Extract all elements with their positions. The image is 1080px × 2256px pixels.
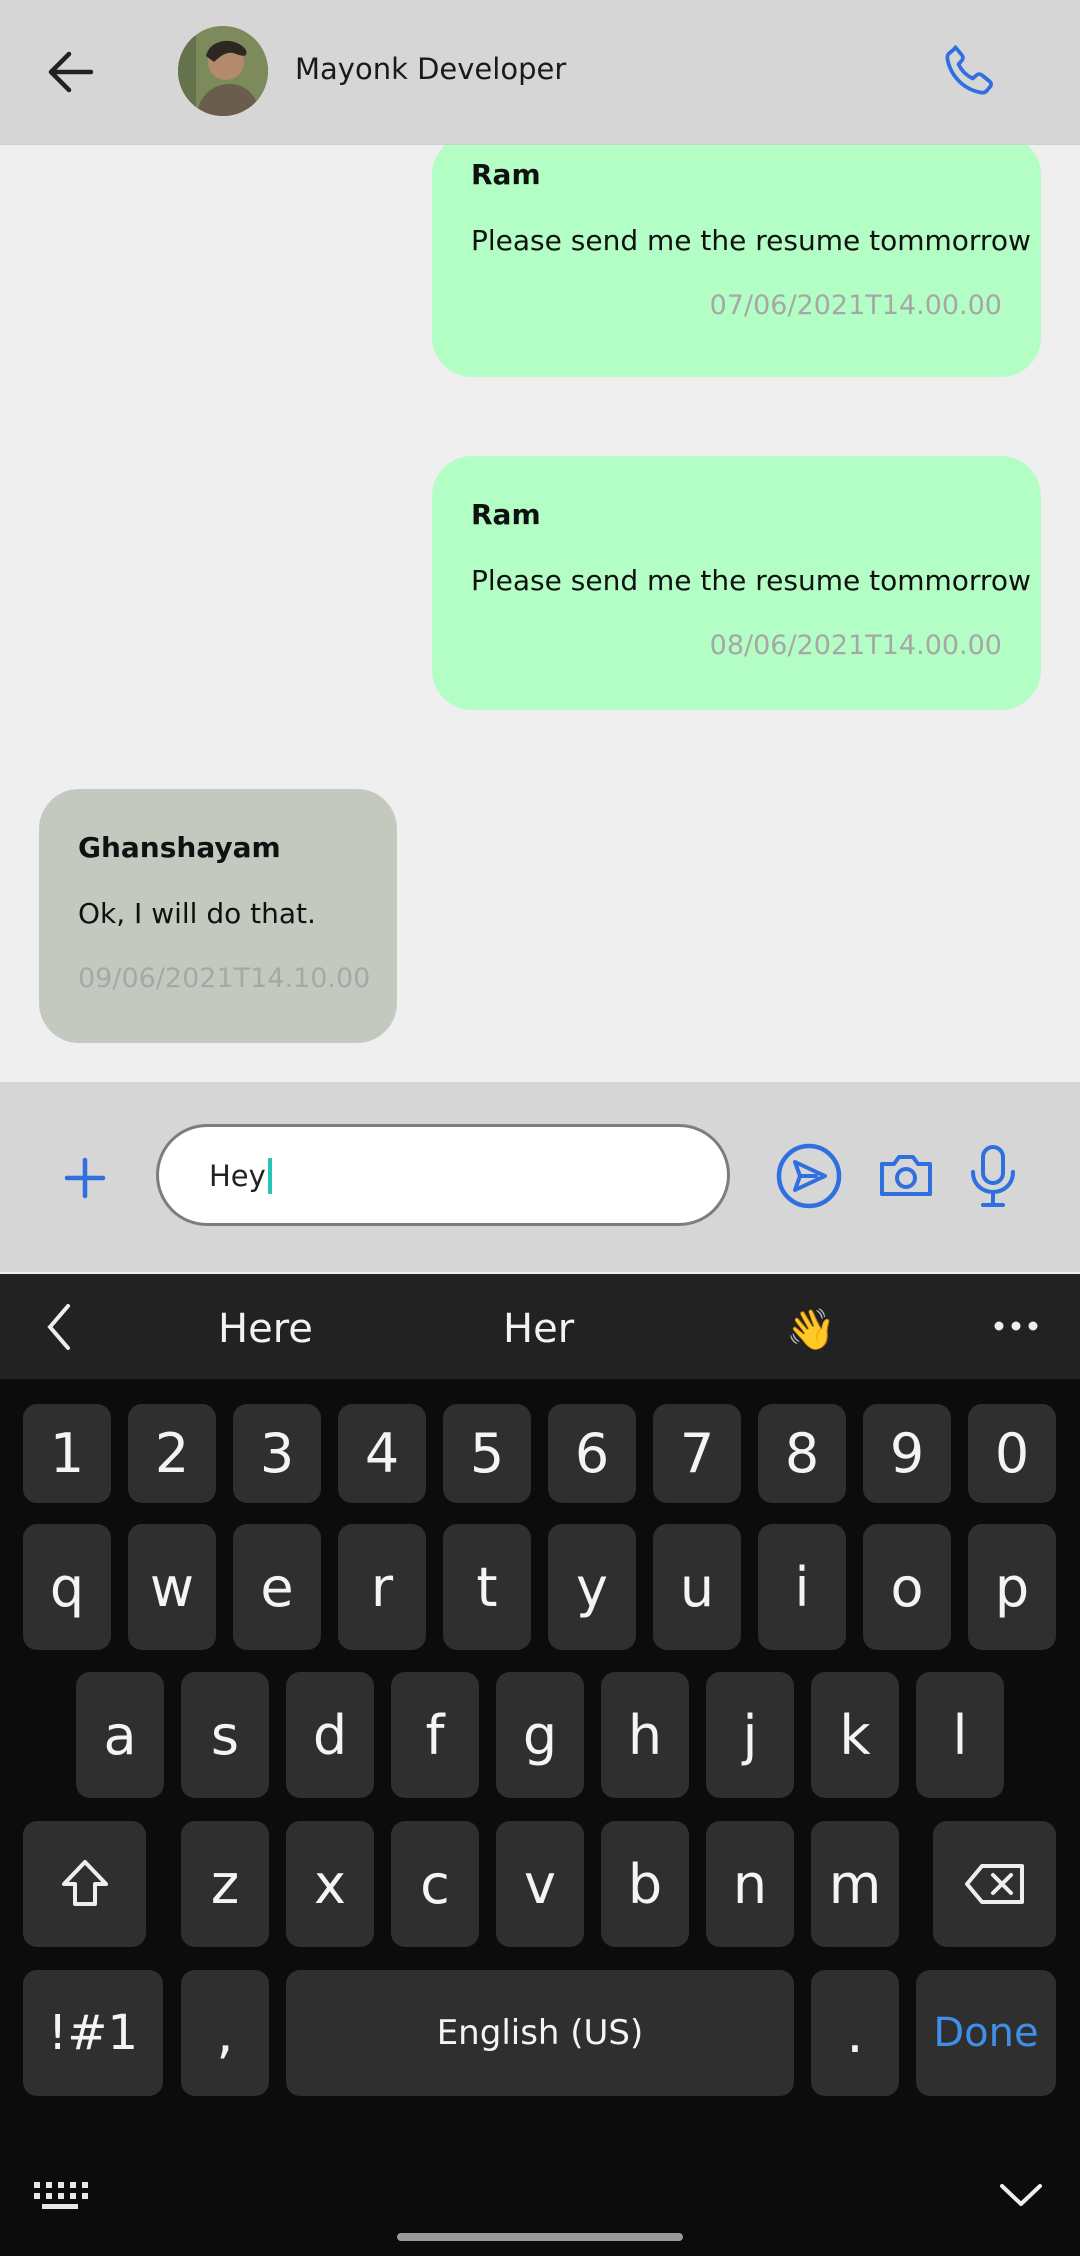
message-bubble[interactable]: Ram Please send me the resume tommorrow … — [432, 456, 1041, 710]
key-z[interactable]: z — [181, 1821, 269, 1947]
key-6[interactable]: 6 — [548, 1404, 636, 1503]
chat-area[interactable]: Ram Please send me the resume tommorrow … — [0, 145, 1080, 1082]
key-q[interactable]: q — [23, 1524, 111, 1650]
space-key[interactable]: English (US) — [286, 1970, 794, 2096]
key-i[interactable]: i — [758, 1524, 846, 1650]
period-key[interactable]: . — [811, 1970, 899, 2096]
suggestion-bar: Here Her 👋 — [0, 1274, 1080, 1379]
back-button[interactable] — [40, 38, 100, 106]
collapse-suggestions-button[interactable] — [44, 1302, 84, 1352]
message-input[interactable]: Hey — [156, 1124, 730, 1226]
key-9[interactable]: 9 — [863, 1404, 951, 1503]
key-f[interactable]: f — [391, 1672, 479, 1798]
key-d[interactable]: d — [286, 1672, 374, 1798]
key-3[interactable]: 3 — [233, 1404, 321, 1503]
camera-icon — [880, 1155, 932, 1196]
key-o[interactable]: o — [863, 1524, 951, 1650]
message-bubble[interactable]: Ghanshayam Ok, I will do that. 09/06/202… — [39, 789, 397, 1043]
avatar[interactable] — [178, 26, 268, 116]
home-indicator[interactable] — [397, 2233, 683, 2241]
message-text: Please send me the resume tommorrow — [471, 224, 1031, 257]
suggestion-item[interactable]: 👋 — [786, 1306, 836, 1353]
phone-icon — [945, 45, 993, 95]
camera-button[interactable] — [876, 1146, 936, 1206]
key-2[interactable]: 2 — [128, 1404, 216, 1503]
add-attachment-button[interactable] — [55, 1148, 115, 1208]
key-5[interactable]: 5 — [443, 1404, 531, 1503]
message-sender: Ram — [471, 498, 541, 531]
key-w[interactable]: w — [128, 1524, 216, 1650]
done-key[interactable]: Done — [916, 1970, 1056, 2096]
contact-name[interactable]: Mayonk Developer — [295, 52, 566, 86]
key-u[interactable]: u — [653, 1524, 741, 1650]
suggestion-item[interactable]: Here — [218, 1306, 313, 1352]
key-s[interactable]: s — [181, 1672, 269, 1798]
key-4[interactable]: 4 — [338, 1404, 426, 1503]
backspace-icon — [964, 1864, 1024, 1904]
key-1[interactable]: 1 — [23, 1404, 111, 1503]
plus-icon — [64, 1157, 106, 1199]
more-horizontal-icon — [994, 1321, 1038, 1331]
backspace-key[interactable] — [933, 1821, 1056, 1947]
key-0[interactable]: 0 — [968, 1404, 1056, 1503]
key-l[interactable]: l — [916, 1672, 1004, 1798]
avatar-image — [178, 26, 268, 116]
message-timestamp: 07/06/2021T14.00.00 — [709, 290, 1002, 321]
key-v[interactable]: v — [496, 1821, 584, 1947]
key-t[interactable]: t — [443, 1524, 531, 1650]
message-timestamp: 09/06/2021T14.10.00 — [78, 963, 371, 994]
microphone-icon — [971, 1145, 1015, 1207]
comma-key[interactable]: , — [181, 1970, 269, 2096]
key-x[interactable]: x — [286, 1821, 374, 1947]
app-bar: Mayonk Developer — [0, 0, 1080, 145]
message-text: Please send me the resume tommorrow — [471, 564, 1031, 597]
key-k[interactable]: k — [811, 1672, 899, 1798]
key-n[interactable]: n — [706, 1821, 794, 1947]
send-button[interactable] — [775, 1142, 843, 1210]
key-m[interactable]: m — [811, 1821, 899, 1947]
arrow-left-icon — [48, 51, 94, 93]
key-j[interactable]: j — [706, 1672, 794, 1798]
send-icon — [776, 1143, 842, 1209]
key-a[interactable]: a — [76, 1672, 164, 1798]
key-g[interactable]: g — [496, 1672, 584, 1798]
key-r[interactable]: r — [338, 1524, 426, 1650]
message-text: Ok, I will do that. — [78, 897, 316, 930]
key-b[interactable]: b — [601, 1821, 689, 1947]
key-p[interactable]: p — [968, 1524, 1056, 1650]
more-options-button[interactable] — [993, 1318, 1039, 1334]
message-sender: Ghanshayam — [78, 831, 281, 864]
message-bubble[interactable]: Ram Please send me the resume tommorrow … — [432, 145, 1041, 377]
key-h[interactable]: h — [601, 1672, 689, 1798]
suggestion-item[interactable]: Her — [503, 1306, 574, 1352]
text-cursor — [267, 1158, 272, 1194]
keyboard-switch-button[interactable] — [32, 2180, 88, 2212]
message-input-text: Hey — [209, 1159, 266, 1193]
shift-icon — [61, 1860, 108, 1906]
shift-key[interactable] — [23, 1821, 146, 1947]
key-e[interactable]: e — [233, 1524, 321, 1650]
message-sender: Ram — [471, 158, 541, 191]
symbols-key[interactable]: !#1 — [23, 1970, 163, 2096]
message-timestamp: 08/06/2021T14.00.00 — [709, 630, 1002, 661]
key-7[interactable]: 7 — [653, 1404, 741, 1503]
hide-keyboard-button[interactable] — [998, 2180, 1044, 2210]
chevron-left-icon — [47, 1304, 70, 1350]
chevron-down-icon — [1000, 2184, 1042, 2206]
microphone-button[interactable] — [968, 1144, 1018, 1208]
call-button[interactable] — [934, 36, 1004, 106]
key-8[interactable]: 8 — [758, 1404, 846, 1503]
key-y[interactable]: y — [548, 1524, 636, 1650]
keyboard-icon — [34, 2182, 88, 2209]
key-c[interactable]: c — [391, 1821, 479, 1947]
on-screen-keyboard: Here Her 👋 1 2 3 4 5 6 7 8 9 0 q w e r t… — [0, 1274, 1080, 2256]
